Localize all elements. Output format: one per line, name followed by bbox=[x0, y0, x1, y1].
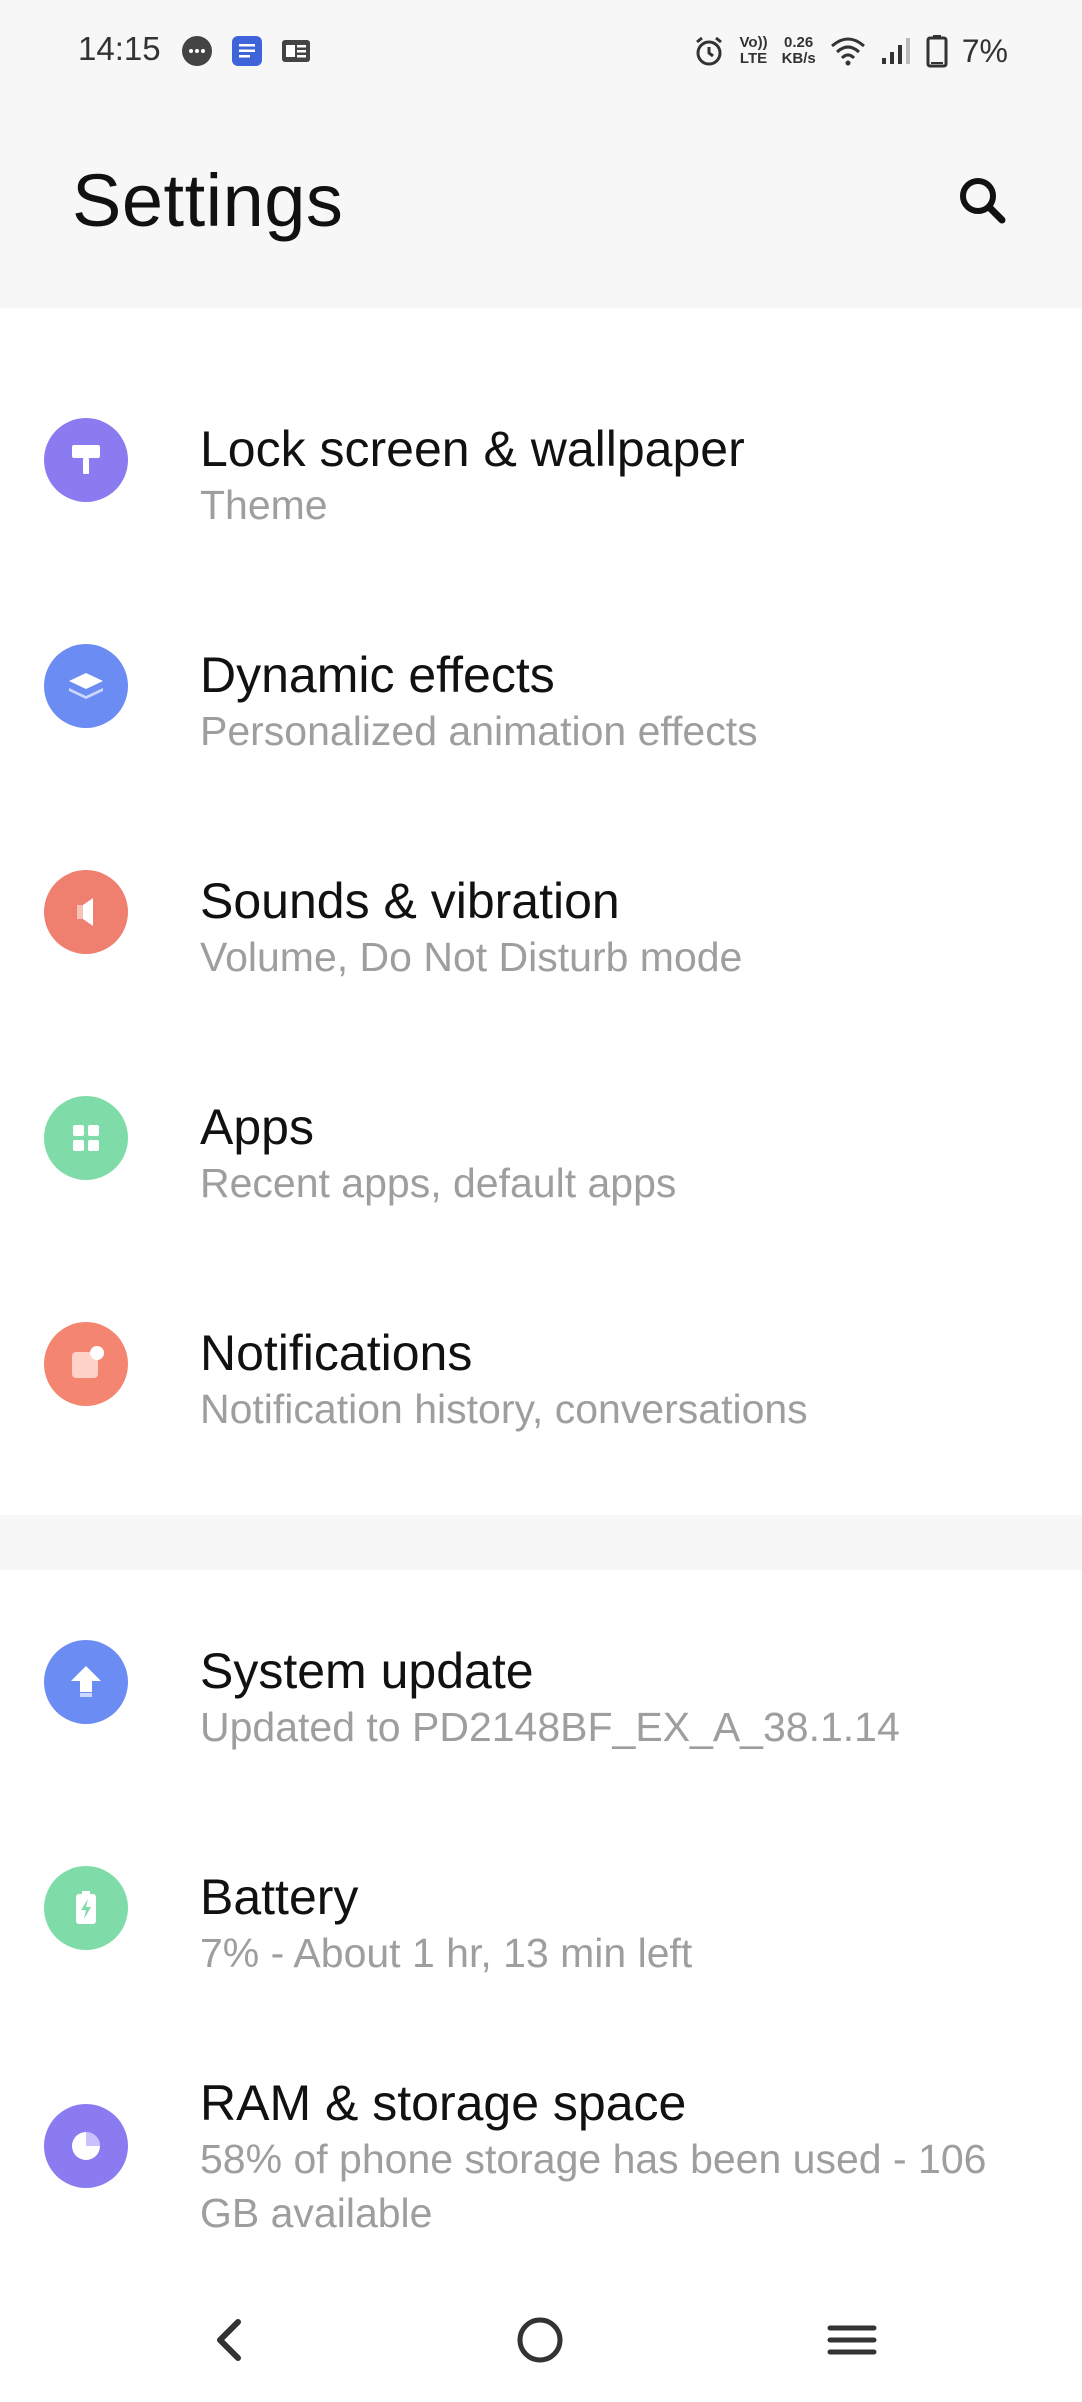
back-icon bbox=[217, 2319, 241, 2361]
status-bar: 14:15 Vo)) LTE 0.26 KB/s 7% bbox=[0, 0, 1082, 100]
item-subtitle: Updated to PD2148BF_EX_A_38.1.14 bbox=[200, 1704, 900, 1750]
status-time: 14:15 bbox=[78, 30, 161, 67]
wifi-icon bbox=[830, 37, 865, 66]
setting-ram-storage[interactable]: RAM & storage space 58% of phone storage… bbox=[0, 2052, 1082, 2270]
signal-icon bbox=[881, 38, 910, 64]
home-icon bbox=[517, 2317, 563, 2363]
grid-icon bbox=[44, 1096, 128, 1180]
volte-indicator: Vo)) LTE bbox=[739, 34, 768, 67]
upload-arrow-icon bbox=[44, 1640, 128, 1724]
item-title: Apps bbox=[200, 1099, 314, 1155]
layers-icon bbox=[44, 644, 128, 728]
battery-icon bbox=[44, 1866, 128, 1950]
page-title: Settings bbox=[72, 159, 344, 242]
item-subtitle: 7% - About 1 hr, 13 min left bbox=[200, 1930, 693, 1976]
settings-section-1: Lock screen & wallpaper Theme Dynamic ef… bbox=[0, 308, 1082, 1515]
paint-roller-icon bbox=[44, 418, 128, 502]
item-title: Lock screen & wallpaper bbox=[200, 421, 745, 477]
setting-sounds-vibration[interactable]: Sounds & vibration Volume, Do Not Distur… bbox=[0, 830, 1082, 1050]
news-icon bbox=[282, 40, 310, 62]
item-title: Dynamic effects bbox=[200, 647, 555, 703]
setting-battery[interactable]: Battery 7% - About 1 hr, 13 min left bbox=[0, 1826, 1082, 2046]
search-icon[interactable] bbox=[952, 170, 1012, 230]
setting-apps[interactable]: Apps Recent apps, default apps bbox=[0, 1056, 1082, 1276]
setting-system-update[interactable]: System update Updated to PD2148BF_EX_A_3… bbox=[0, 1600, 1082, 1820]
docs-icon bbox=[232, 36, 262, 66]
item-title: Notifications bbox=[200, 1325, 473, 1381]
item-subtitle: Personalized animation effects bbox=[200, 708, 758, 754]
section-divider bbox=[0, 1515, 1082, 1570]
battery-status-icon bbox=[926, 35, 948, 68]
setting-lock-screen-wallpaper[interactable]: Lock screen & wallpaper Theme bbox=[0, 378, 1082, 598]
status-right-group: Vo)) LTE 0.26 KB/s 7% bbox=[692, 26, 1008, 76]
speaker-icon bbox=[44, 870, 128, 954]
item-title: RAM & storage space bbox=[200, 2075, 687, 2131]
header: Settings bbox=[0, 100, 1082, 308]
notification-icon bbox=[44, 1322, 128, 1406]
settings-section-2: System update Updated to PD2148BF_EX_A_3… bbox=[0, 1570, 1082, 2270]
menu-icon bbox=[827, 2325, 877, 2355]
back-button[interactable] bbox=[190, 2300, 270, 2380]
recents-button[interactable] bbox=[812, 2300, 892, 2380]
item-subtitle: Notification history, conversations bbox=[200, 1386, 808, 1432]
item-title: Sounds & vibration bbox=[200, 873, 620, 929]
alarm-icon bbox=[695, 36, 722, 66]
messages-icon bbox=[182, 36, 212, 66]
navigation-bar bbox=[0, 2270, 1082, 2402]
setting-dynamic-effects[interactable]: Dynamic effects Personalized animation e… bbox=[0, 604, 1082, 824]
item-subtitle: Volume, Do Not Disturb mode bbox=[200, 934, 743, 980]
item-subtitle: 58% of phone storage has been used - 106… bbox=[200, 2136, 987, 2236]
network-speed: 0.26 KB/s bbox=[781, 34, 816, 67]
item-subtitle: Theme bbox=[200, 482, 328, 528]
pie-icon bbox=[44, 2104, 128, 2188]
home-button[interactable] bbox=[500, 2300, 580, 2380]
battery-percent: 7% bbox=[961, 32, 1008, 69]
item-title: Battery bbox=[200, 1869, 359, 1925]
item-title: System update bbox=[200, 1643, 534, 1699]
setting-notifications[interactable]: Notifications Notification history, conv… bbox=[0, 1282, 1082, 1502]
item-subtitle: Recent apps, default apps bbox=[200, 1160, 677, 1206]
